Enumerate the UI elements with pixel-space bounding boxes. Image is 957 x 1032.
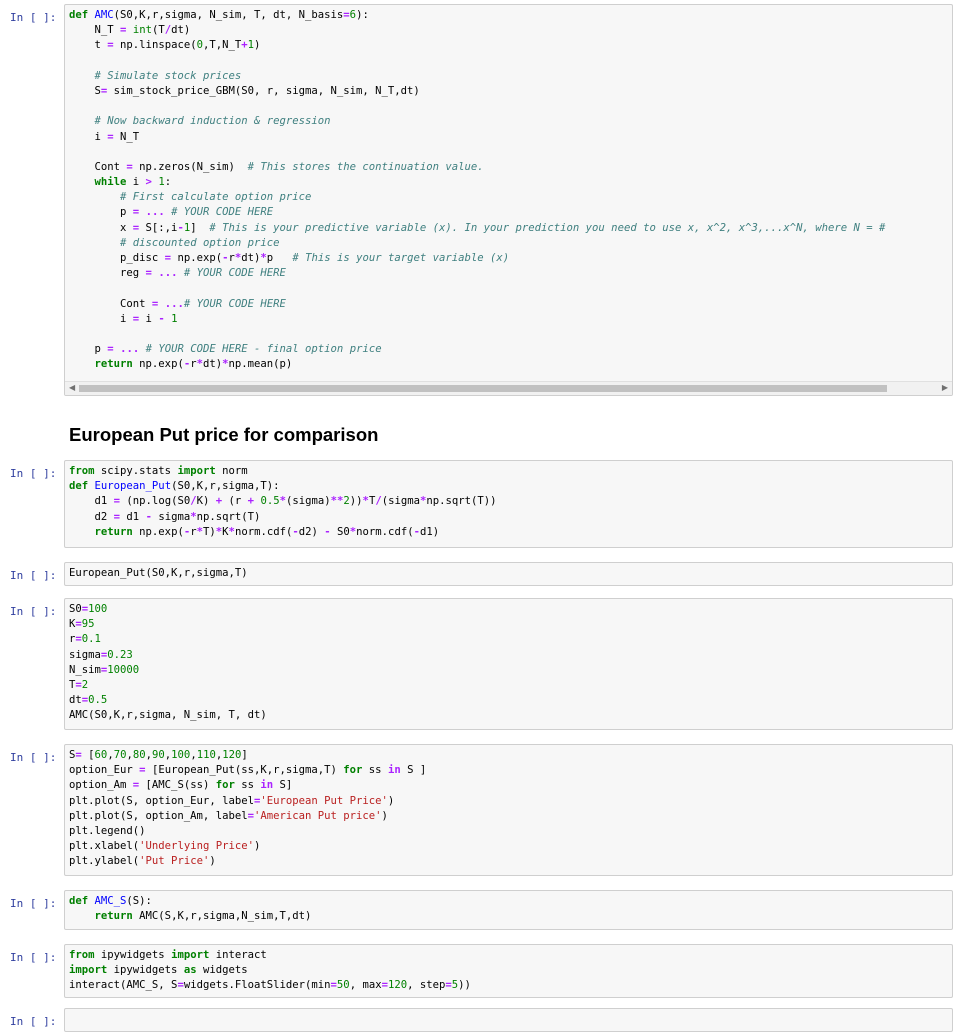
code-line: # Now backward induction & regression bbox=[94, 115, 331, 128]
code-line: reg = ... # YOUR CODE HERE bbox=[69, 267, 286, 280]
code-line: while i > 1: bbox=[94, 176, 172, 189]
code-line: plt.xlabel('Underlying Price') bbox=[69, 840, 261, 853]
code-line: # Simulate stock prices bbox=[94, 69, 242, 82]
horizontal-scrollbar[interactable]: ◀ ▶ bbox=[65, 381, 952, 395]
code-line: d2 = d1 - sigma*np.sqrt(T) bbox=[69, 510, 261, 523]
code-line: import ipywidgets as widgets bbox=[69, 964, 248, 977]
code-editor[interactable] bbox=[64, 1008, 953, 1032]
input-prompt: In [ ]: bbox=[10, 11, 57, 24]
code-line: x = S[:,i-1] # This is your predictive v… bbox=[69, 221, 886, 234]
code-content: S= [60,70,80,90,100,110,120] option_Eur =… bbox=[65, 745, 952, 874]
code-line: p = ... # YOUR CODE HERE bbox=[69, 206, 274, 219]
code-line: dt=0.5 bbox=[69, 694, 108, 707]
code-line: K=95 bbox=[69, 618, 95, 631]
code-line: AMC(S0,K,r,sigma, N_sim, T, dt) bbox=[69, 709, 267, 722]
code-line: S= sim_stock_price_GBM(S0, r, sigma, N_s… bbox=[69, 84, 420, 97]
code-line: European_Put(S0,K,r,sigma,T) bbox=[69, 567, 248, 579]
code-line: def AMC(S0,K,r,sigma, N_sim, T, dt, N_ba… bbox=[69, 9, 369, 21]
input-prompt: In [ ]: bbox=[10, 751, 57, 764]
scrollbar-thumb[interactable] bbox=[79, 385, 887, 392]
code-editor[interactable]: from ipywidgets import interact import ip… bbox=[64, 944, 953, 998]
code-line: Cont = np.zeros(N_sim) # This stores the… bbox=[69, 160, 484, 173]
code-content: def AMC(S0,K,r,sigma, N_sim, T, dt, N_ba… bbox=[65, 5, 952, 377]
input-prompt: In [ ]: bbox=[10, 569, 57, 582]
code-editor[interactable]: def AMC(S0,K,r,sigma, N_sim, T, dt, N_ba… bbox=[64, 4, 953, 396]
input-prompt: In [ ]: bbox=[10, 467, 57, 480]
code-line: r=0.1 bbox=[69, 633, 101, 646]
code-content: S0=100 K=95 r=0.1 sigma=0.23 N_sim=10000 T=2 d… bbox=[65, 599, 952, 728]
code-line: option_Eur = [European_Put(ss,K,r,sigma,… bbox=[69, 764, 427, 777]
code-line: plt.plot(S, option_Am, label='American P… bbox=[69, 809, 388, 822]
code-line: from ipywidgets import interact bbox=[69, 949, 267, 961]
code-content: from ipywidgets import interact import ip… bbox=[65, 945, 952, 997]
code-line: T=2 bbox=[69, 678, 89, 691]
code-line: plt.plot(S, option_Eur, label='European … bbox=[69, 794, 395, 807]
code-content: def AMC_S(S): return AMC(S,K,r,sigma,N_s… bbox=[65, 891, 952, 928]
code-editor[interactable]: def AMC_S(S): return AMC(S,K,r,sigma,N_s… bbox=[64, 890, 953, 930]
input-prompt: In [ ]: bbox=[10, 605, 57, 618]
code-content: from scipy.stats import norm def European… bbox=[65, 461, 952, 544]
input-prompt: In [ ]: bbox=[10, 951, 57, 964]
scroll-left-icon[interactable]: ◀ bbox=[69, 383, 75, 392]
code-cell-amc: In [ ]: def AMC(S0,K,r,sigma, N_sim, T, … bbox=[0, 0, 957, 398]
code-line: return np.exp(-r*dt)*np.mean(p) bbox=[94, 358, 293, 371]
code-line: N_sim=10000 bbox=[69, 663, 140, 676]
input-prompt: In [ ]: bbox=[10, 897, 57, 910]
code-line: interact(AMC_S, S=widgets.FloatSlider(mi… bbox=[69, 979, 471, 992]
code-line: # discounted option price bbox=[120, 236, 280, 249]
code-line: plt.ylabel('Put Price') bbox=[69, 855, 216, 868]
code-line: # First calculate option price bbox=[120, 191, 312, 204]
code-line: p = ... # YOUR CODE HERE - final option … bbox=[69, 343, 382, 356]
markdown-heading: European Put price for comparison bbox=[69, 424, 379, 445]
code-line: d1 = (np.log(S0/K) + (r + 0.5*(sigma)**2… bbox=[69, 495, 497, 508]
code-line: p_disc = np.exp(-r*dt)*p # This is your … bbox=[69, 252, 510, 264]
scroll-right-icon[interactable]: ▶ bbox=[942, 383, 948, 392]
code-editor[interactable]: S0=100 K=95 r=0.1 sigma=0.23 N_sim=10000 T=2 d… bbox=[64, 598, 953, 730]
code-line: t = np.linspace(0,T,N_T+1) bbox=[69, 39, 261, 52]
code-line: i = N_T bbox=[69, 130, 140, 143]
code-line: option_Am = [AMC_S(ss) for ss in S] bbox=[69, 779, 293, 792]
code-editor[interactable]: S= [60,70,80,90,100,110,120] option_Eur =… bbox=[64, 744, 953, 876]
input-prompt: In [ ]: bbox=[10, 1015, 57, 1028]
code-editor[interactable]: European_Put(S0,K,r,sigma,T) bbox=[64, 562, 953, 586]
code-line: i = i - 1 bbox=[69, 312, 178, 325]
code-line: return np.exp(-r*T)*K*norm.cdf(-d2) - S0… bbox=[94, 525, 440, 538]
code-line: S0=100 bbox=[69, 603, 108, 615]
code-line: N_T = int(T/dt) bbox=[69, 24, 191, 37]
code-editor[interactable]: from scipy.stats import norm def European… bbox=[64, 460, 953, 548]
code-line: sigma=0.23 bbox=[69, 648, 133, 661]
code-line: S= [60,70,80,90,100,110,120] bbox=[69, 749, 248, 761]
code-line: return AMC(S,K,r,sigma,N_sim,T,dt) bbox=[94, 910, 312, 923]
code-line: from scipy.stats import norm bbox=[69, 465, 248, 477]
code-content: European_Put(S0,K,r,sigma,T) bbox=[65, 563, 952, 585]
code-line: plt.legend() bbox=[69, 824, 146, 837]
code-line: def European_Put(S0,K,r,sigma,T): bbox=[69, 480, 280, 493]
code-line: Cont = ...# YOUR CODE HERE bbox=[69, 297, 286, 310]
code-line: def AMC_S(S): bbox=[69, 895, 152, 907]
